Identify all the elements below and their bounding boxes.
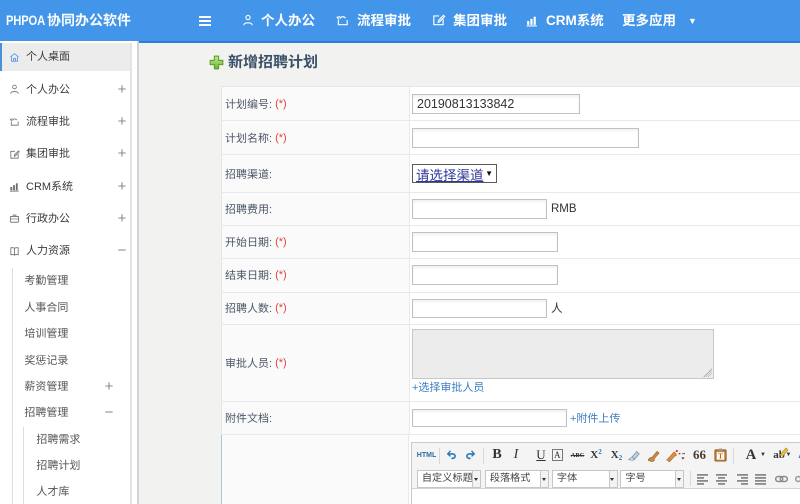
svg-text:T: T	[718, 452, 723, 461]
